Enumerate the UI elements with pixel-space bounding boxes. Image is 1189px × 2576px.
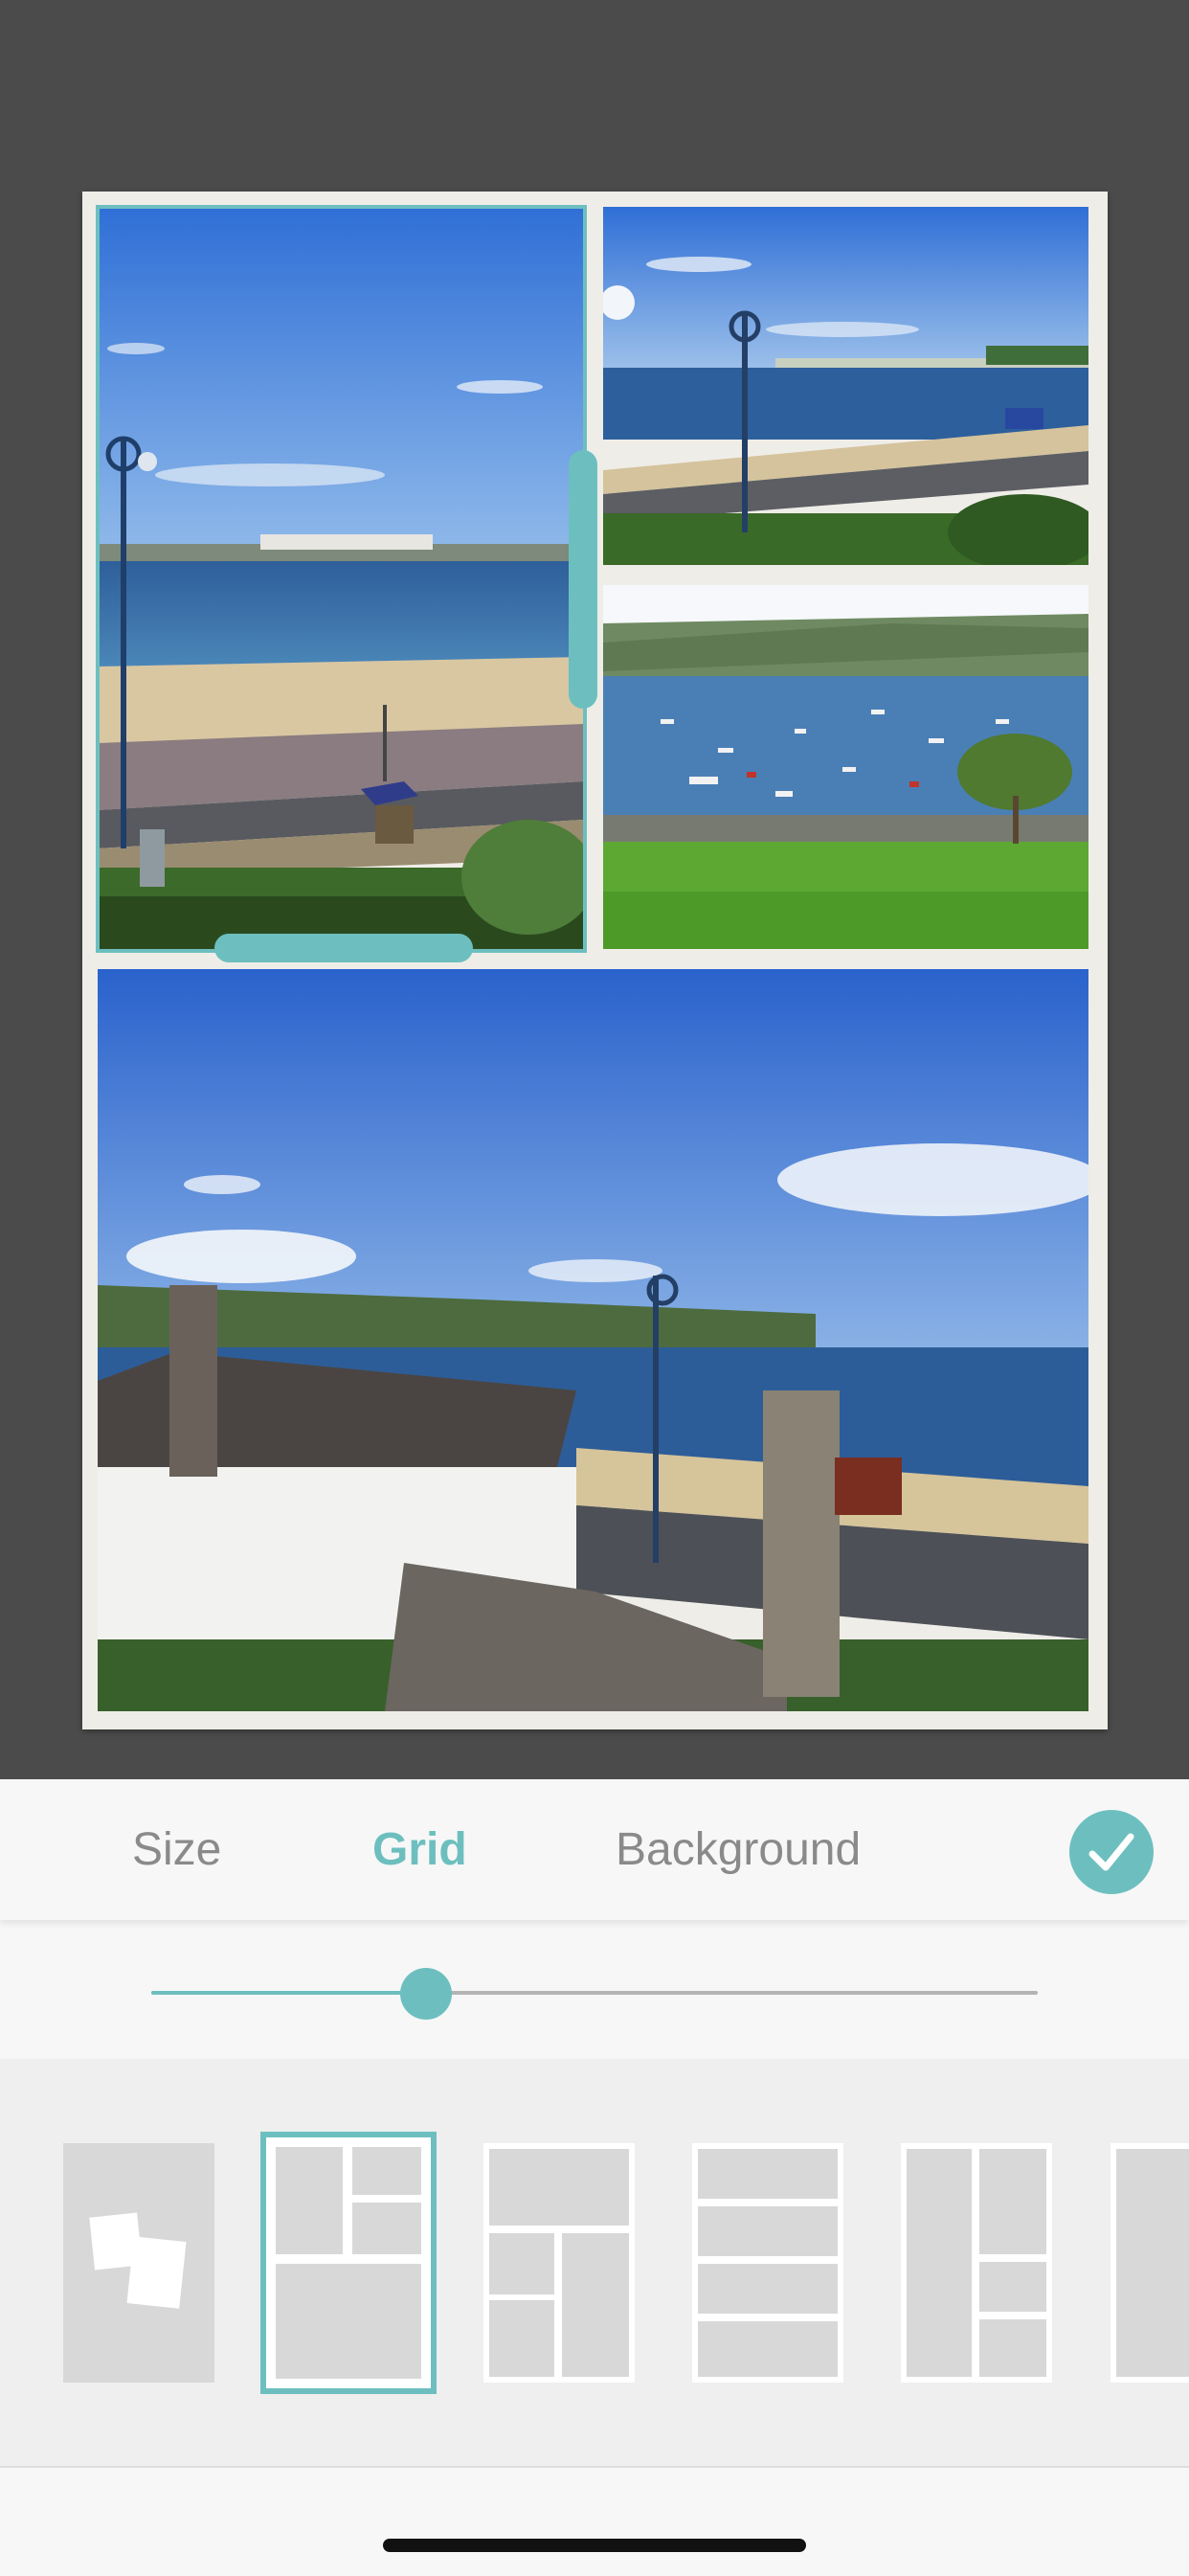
layout-block bbox=[698, 2321, 838, 2377]
layout-option-grid-selected[interactable] bbox=[260, 2132, 437, 2394]
spacing-slider-panel bbox=[0, 1920, 1189, 2059]
tab-grid[interactable]: Grid bbox=[372, 1779, 467, 1920]
photo-beach-promenade bbox=[98, 207, 583, 949]
editor-tab-bar: Size Grid Background bbox=[0, 1779, 1189, 1920]
photo-cell-1[interactable] bbox=[98, 207, 583, 949]
spacing-slider-track[interactable] bbox=[151, 1991, 1038, 1995]
checkmark-icon bbox=[1088, 1833, 1134, 1871]
resize-handle-vertical[interactable] bbox=[569, 450, 597, 709]
layout-block bbox=[489, 2149, 629, 2226]
layout-block bbox=[979, 2262, 1046, 2312]
layout-option-grid-5[interactable] bbox=[901, 2143, 1052, 2383]
layout-block bbox=[562, 2233, 629, 2377]
layout-block bbox=[698, 2149, 838, 2199]
photo-cell-2[interactable] bbox=[603, 207, 1088, 565]
layout-block bbox=[1116, 2149, 1189, 2377]
photo-cell-3[interactable] bbox=[603, 585, 1088, 949]
collage-frame bbox=[82, 192, 1108, 1729]
layout-picker bbox=[0, 2059, 1189, 2466]
layout-block bbox=[979, 2149, 1046, 2254]
layout-block bbox=[489, 2300, 554, 2377]
bottom-safe-area bbox=[0, 2466, 1189, 2576]
resize-handle-horizontal[interactable] bbox=[214, 934, 473, 962]
layout-block bbox=[979, 2319, 1046, 2377]
tab-size[interactable]: Size bbox=[132, 1779, 221, 1920]
collage-canvas bbox=[0, 0, 1189, 1779]
photo-coast-rooftops bbox=[98, 969, 1088, 1711]
layout-block bbox=[698, 2264, 838, 2314]
layout-option-grid-3[interactable] bbox=[483, 2143, 635, 2383]
layout-option-grid-4[interactable] bbox=[692, 2143, 843, 2383]
photo-bay-boats-lamp bbox=[603, 207, 1088, 565]
layout-block bbox=[276, 2264, 421, 2379]
spacing-slider-knob[interactable] bbox=[400, 1968, 453, 2020]
photo-cell-4[interactable] bbox=[98, 969, 1088, 1711]
layout-block bbox=[698, 2206, 838, 2256]
home-indicator[interactable] bbox=[383, 2539, 806, 2552]
spacing-slider-fill bbox=[151, 1991, 427, 1995]
layout-block bbox=[352, 2147, 421, 2195]
layout-block bbox=[907, 2149, 972, 2377]
layout-block bbox=[352, 2203, 421, 2254]
tab-background[interactable]: Background bbox=[616, 1779, 861, 1920]
confirm-button[interactable] bbox=[1069, 1810, 1154, 1894]
layout-block bbox=[276, 2147, 343, 2254]
freeform-layout-icon bbox=[89, 2212, 187, 2309]
photo-harbour-boats bbox=[603, 585, 1088, 949]
layout-block bbox=[489, 2233, 554, 2294]
layout-option-grid-6[interactable] bbox=[1110, 2143, 1189, 2383]
layout-option-freeform[interactable] bbox=[63, 2143, 214, 2383]
